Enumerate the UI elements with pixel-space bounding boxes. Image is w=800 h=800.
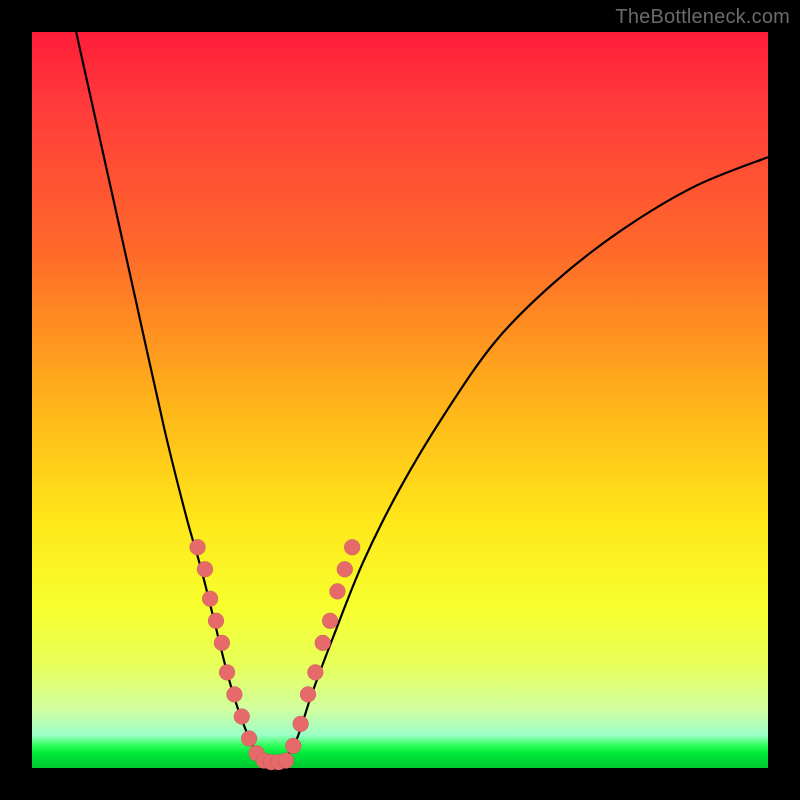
watermark-text: TheBottleneck.com <box>615 6 790 29</box>
scatter-dot <box>202 591 218 607</box>
scatter-dot <box>307 664 323 680</box>
scatter-dots <box>190 539 361 770</box>
curve-right-branch <box>282 157 768 764</box>
bottleneck-curve <box>76 32 768 764</box>
plot-area <box>32 32 768 768</box>
scatter-dot <box>197 561 213 577</box>
curve-left-branch <box>76 32 267 764</box>
scatter-dot <box>300 686 316 702</box>
chart-frame: TheBottleneck.com <box>0 0 800 800</box>
scatter-dot <box>337 561 353 577</box>
scatter-dot <box>219 664 235 680</box>
scatter-dot <box>226 686 242 702</box>
scatter-dot <box>315 635 331 651</box>
scatter-dot <box>329 583 345 599</box>
scatter-dot <box>234 708 250 724</box>
scatter-dot <box>285 738 301 754</box>
scatter-dot <box>344 539 360 555</box>
scatter-dot <box>241 731 257 747</box>
curve-svg <box>32 32 768 768</box>
scatter-dot <box>214 635 230 651</box>
scatter-dot <box>190 539 206 555</box>
scatter-dot <box>278 753 294 769</box>
scatter-dot <box>208 613 224 629</box>
scatter-dot <box>293 716 309 732</box>
scatter-dot <box>322 613 338 629</box>
